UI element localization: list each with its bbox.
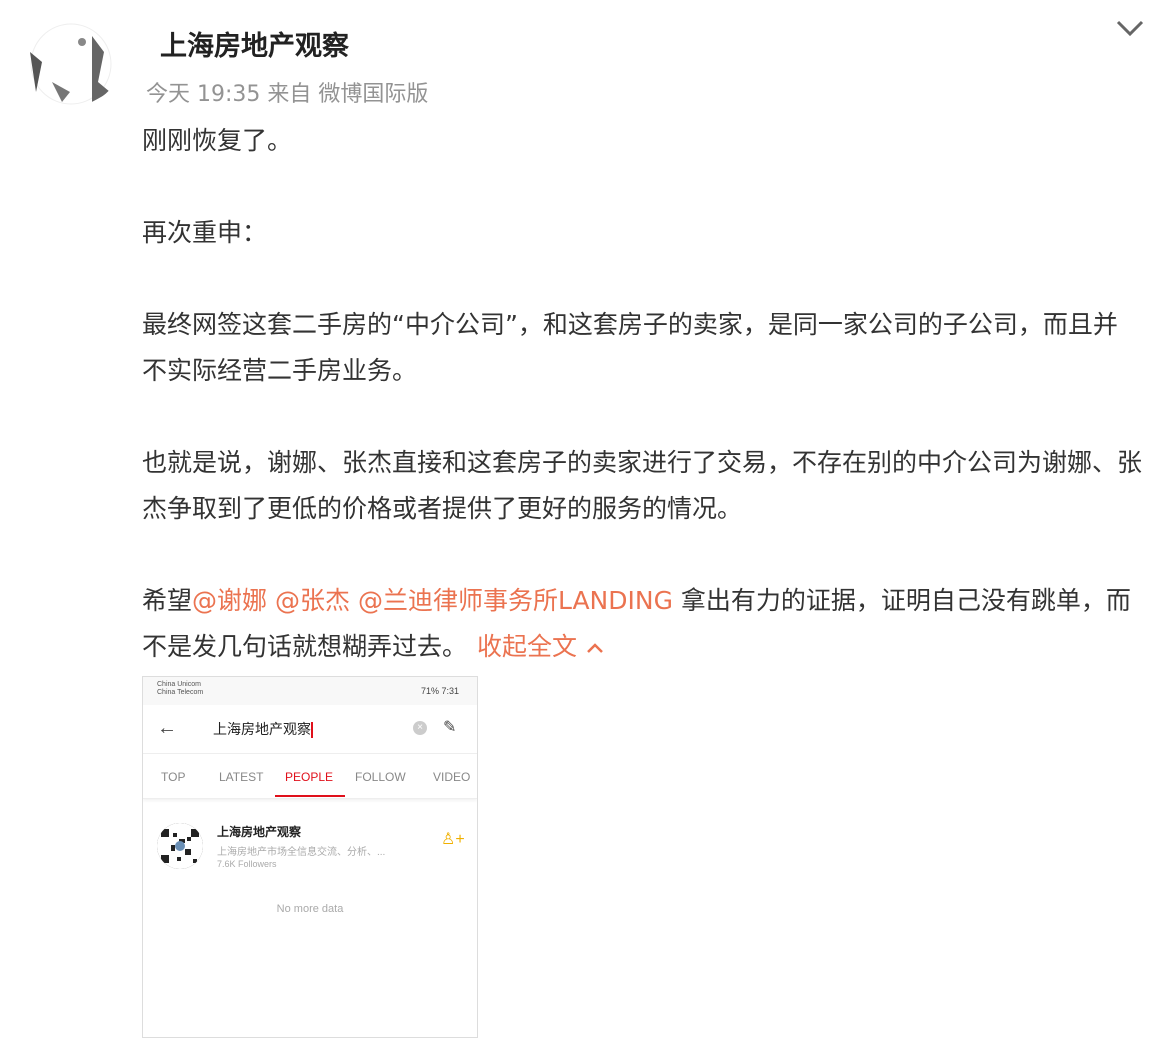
carrier-label: China Unicom bbox=[157, 681, 201, 688]
attached-image[interactable]: China Unicom China Telecom 71% 7:31 ← 上海房… bbox=[142, 676, 478, 1038]
mention-link[interactable]: @谢娜 bbox=[192, 586, 267, 615]
text-caret bbox=[311, 722, 313, 739]
paragraph: 也就是说，谢娜、张杰直接和这套房子的卖家进行了交易，不存在别的中介公司为谢娜、张… bbox=[142, 448, 1143, 523]
username[interactable]: 上海房地产观察 bbox=[160, 24, 349, 63]
add-user-icon: ♙+ bbox=[441, 831, 465, 848]
paragraph: 再次重申： bbox=[142, 218, 268, 247]
text: 希望 bbox=[142, 586, 193, 615]
tab-follow: FOLLOW bbox=[355, 770, 406, 784]
tab-top: TOP bbox=[161, 770, 186, 784]
back-arrow-icon: ← bbox=[157, 717, 177, 739]
query-text: 上海房地产观察 bbox=[213, 721, 311, 737]
result-row: 上海房地产观察 上海房地产市场全信息交流、分析、... 7.6K Followe… bbox=[143, 817, 477, 877]
result-name: 上海房地产观察 bbox=[217, 825, 302, 839]
search-input: 上海房地产观察 bbox=[213, 719, 313, 739]
status-right: 71% 7:31 bbox=[420, 686, 459, 696]
follower-count: 7.6K Followers bbox=[217, 859, 277, 869]
result-description: 上海房地产市场全信息交流、分析、... bbox=[217, 847, 386, 858]
collapse-text-button[interactable]: 收起全文 bbox=[477, 632, 605, 661]
collapse-label: 收起全文 bbox=[477, 632, 578, 661]
search-tabs: TOP LATEST PEOPLE FOLLOW VIDEO bbox=[143, 754, 477, 799]
qr-avatar bbox=[157, 823, 203, 869]
post-meta: 今天 19:35 来自 微博国际版 bbox=[146, 82, 429, 107]
active-tab-underline bbox=[275, 795, 345, 797]
mention-link[interactable]: @张杰 bbox=[275, 586, 350, 615]
paragraph: 希望@谢娜 @张杰 @兰迪律师事务所LANDING 拿出有力的证据，证明自己没有… bbox=[142, 578, 1142, 670]
clear-icon: × bbox=[413, 721, 427, 735]
paragraph: 刚刚恢复了。 bbox=[142, 126, 293, 155]
avatar[interactable] bbox=[22, 22, 120, 106]
tab-latest: LATEST bbox=[219, 770, 264, 784]
tab-video: VIDEO bbox=[433, 770, 471, 784]
pencil-icon: ✎ bbox=[443, 719, 457, 736]
tab-people: PEOPLE bbox=[285, 770, 334, 784]
post-content: 刚刚恢复了。 再次重申： 最终网签这套二手房的“中介公司”，和这套房子的卖家，是… bbox=[142, 118, 1142, 670]
no-more-data: No more data bbox=[276, 903, 344, 915]
status-bar: China Unicom China Telecom 71% 7:31 bbox=[143, 677, 477, 705]
chevron-up-icon bbox=[587, 643, 603, 653]
paragraph: 最终网签这套二手房的“中介公司”，和这套房子的卖家，是同一家公司的子公司，而且并… bbox=[142, 310, 1118, 385]
chevron-down-icon[interactable] bbox=[1112, 10, 1148, 46]
mention-link[interactable]: @兰迪律师事务所LANDING bbox=[358, 586, 673, 615]
carrier-label: China Telecom bbox=[157, 689, 204, 696]
search-bar: ← 上海房地产观察 × ✎ bbox=[143, 705, 477, 754]
